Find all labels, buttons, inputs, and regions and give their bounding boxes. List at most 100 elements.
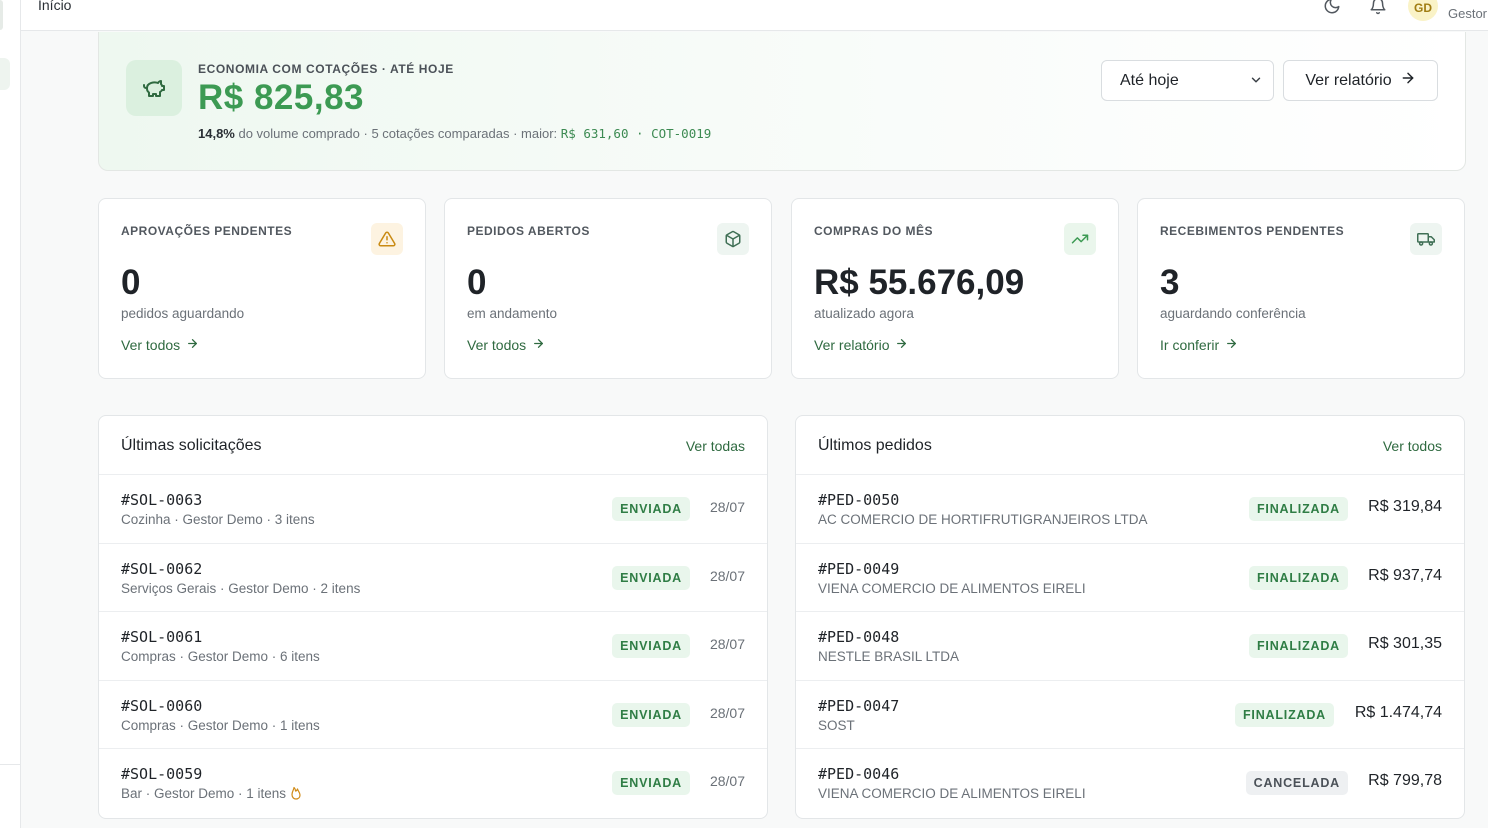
request-id: #SOL-0061 — [121, 628, 203, 647]
kpi-subtitle: pedidos aguardando — [121, 306, 245, 321]
status-badge: ENVIADA — [612, 634, 690, 659]
order-id: #PED-0050 — [818, 491, 900, 509]
request-date: 28/07 — [709, 499, 745, 515]
bell-icon[interactable] — [1368, 0, 1388, 16]
chevron-down-icon — [1249, 73, 1263, 92]
kpi-title: PEDIDOS ABERTOS — [467, 224, 590, 238]
kpi-title: RECEBIMENTOS PENDENTES — [1160, 224, 1345, 238]
package-icon — [717, 223, 749, 255]
kpi-value: 3 — [1160, 263, 1180, 302]
kpi-subtitle: atualizado agora — [814, 306, 914, 321]
request-id: #SOL-0059 — [121, 765, 203, 784]
kpi-link-label: Ver todos — [467, 337, 527, 353]
order-id: #PED-0047 — [818, 696, 900, 715]
kpi-value: R$ 55.676,09 — [814, 263, 1025, 302]
latest-orders-panel: Últimos pedidos Ver todos #PED-0050 AC C… — [795, 415, 1465, 819]
request-date: 28/07 — [709, 704, 745, 721]
view-report-label: Ver relatório — [1305, 71, 1392, 89]
status-badge: CANCELADA — [1245, 771, 1348, 796]
kpi-pending-receipts: RECEBIMENTOS PENDENTES 3 aguardando conf… — [1137, 198, 1465, 379]
request-row[interactable]: #SOL-0062 Serviços Gerais · Gestor Demo … — [99, 544, 767, 613]
arrow-right-icon — [1400, 70, 1416, 91]
breadcrumb[interactable]: Início — [38, 0, 71, 13]
supplier-name: NESTLE BRASIL LTDA — [818, 649, 960, 665]
request-row[interactable]: #SOL-0061 Compras · Gestor Demo · 6 iten… — [99, 612, 767, 681]
supplier-name: VIENA COMERCIO DE ALIMENTOS EIRELI — [818, 580, 1086, 596]
order-id: #PED-0046 — [818, 765, 900, 784]
panel-title: Últimas solicitações — [121, 437, 262, 454]
request-details: Compras · Gestor Demo · 1 itens — [121, 717, 320, 733]
savings-quote-code[interactable]: COT-0019 — [651, 126, 711, 141]
status-badge: FINALIZADA — [1249, 565, 1348, 590]
request-id: #SOL-0062 — [121, 559, 203, 578]
kpi-title: APROVAÇÕES PENDENTES — [121, 224, 293, 238]
main-content: ECONOMIA COM COTAÇÕES · ATÉ HOJE R$ 825,… — [21, 31, 1488, 828]
topbar: Início GD Gestor — [21, 0, 1488, 31]
supplier-name: VIENA COMERCIO DE ALIMENTOS EIRELI — [818, 786, 1086, 802]
arrow-right-icon — [895, 337, 908, 353]
panel-title: Últimos pedidos — [818, 437, 932, 454]
period-select[interactable]: Até hoje — [1101, 60, 1274, 101]
kpi-subtitle: aguardando conferência — [1160, 306, 1306, 321]
status-badge: ENVIADA — [612, 565, 690, 590]
request-details-text: Bar · Gestor Demo · 1 itens — [121, 786, 287, 802]
kpi-title: COMPRAS DO MÊS — [814, 224, 934, 238]
savings-max-value: R$ 631,60 — [560, 126, 629, 141]
view-all-orders-link[interactable]: Ver todos — [1383, 438, 1442, 454]
panel-header: Últimos pedidos Ver todos — [796, 416, 1464, 475]
sidebar-item-active[interactable] — [0, 58, 10, 90]
savings-details-text: do volume comprado · 5 cotações comparad… — [234, 126, 561, 141]
savings-details: 14,8% do volume comprado · 5 cotações co… — [198, 126, 711, 141]
kpi-link-label: Ir conferir — [1160, 337, 1220, 353]
kpi-value: 0 — [467, 263, 487, 302]
period-select-value: Até hoje — [1120, 72, 1179, 89]
order-row[interactable]: #PED-0048 NESTLE BRASIL LTDA FINALIZADA … — [796, 612, 1464, 681]
moon-icon[interactable] — [1322, 0, 1342, 16]
savings-kicker: ECONOMIA COM COTAÇÕES · ATÉ HOJE — [198, 62, 454, 76]
request-date: 28/07 — [709, 773, 745, 790]
kpi-value: 0 — [121, 263, 141, 302]
arrow-right-icon — [532, 337, 545, 353]
savings-banner: ECONOMIA COM COTAÇÕES · ATÉ HOJE R$ 825,… — [98, 32, 1466, 171]
arrow-right-icon — [1225, 337, 1238, 353]
arrow-right-icon — [186, 337, 199, 353]
user-role: Gestor — [1448, 6, 1488, 21]
request-row[interactable]: #SOL-0059 Bar · Gestor Demo · 1 itens EN… — [99, 749, 767, 818]
request-details: Cozinha · Gestor Demo · 3 itens — [121, 512, 315, 527]
kpi-link-label: Ver todos — [121, 337, 181, 353]
status-badge: FINALIZADA — [1249, 497, 1348, 521]
kpi-link[interactable]: Ver todos — [121, 337, 199, 353]
request-row[interactable]: #SOL-0063 Cozinha · Gestor Demo · 3 iten… — [99, 475, 767, 544]
order-row[interactable]: #PED-0047 SOST FINALIZADA R$ 1.474,74 — [796, 681, 1464, 750]
view-report-button[interactable]: Ver relatório — [1283, 60, 1438, 101]
status-badge: FINALIZADA — [1249, 634, 1348, 659]
order-amount: R$ 319,84 — [1368, 498, 1442, 515]
request-details: Compras · Gestor Demo · 6 itens — [121, 649, 320, 665]
status-badge: ENVIADA — [612, 702, 690, 727]
order-amount: R$ 301,35 — [1368, 635, 1442, 653]
status-badge: ENVIADA — [612, 771, 690, 796]
kpi-link[interactable]: Ir conferir — [1160, 337, 1238, 353]
order-row[interactable]: #PED-0046 VIENA COMERCIO DE ALIMENTOS EI… — [796, 749, 1464, 818]
order-row[interactable]: #PED-0050 AC COMERCIO DE HORTIFRUTIGRANJ… — [796, 475, 1464, 544]
status-badge: FINALIZADA — [1235, 702, 1334, 727]
fire-icon — [290, 786, 302, 803]
kpi-pending-approvals: APROVAÇÕES PENDENTES 0 pedidos aguardand… — [98, 198, 426, 379]
request-row[interactable]: #SOL-0060 Compras · Gestor Demo · 1 iten… — [99, 681, 767, 750]
kpi-month-purchases: COMPRAS DO MÊS R$ 55.676,09 atualizado a… — [791, 198, 1119, 379]
request-date: 28/07 — [709, 567, 745, 584]
sidebar-divider — [0, 764, 21, 765]
order-id: #PED-0048 — [818, 628, 900, 647]
avatar[interactable]: GD — [1408, 0, 1438, 21]
request-details: Serviços Gerais · Gestor Demo · 2 itens — [121, 580, 361, 596]
kpi-link[interactable]: Ver relatório — [814, 337, 908, 353]
order-row[interactable]: #PED-0049 VIENA COMERCIO DE ALIMENTOS EI… — [796, 544, 1464, 613]
request-id: #SOL-0060 — [121, 696, 203, 715]
request-details: Bar · Gestor Demo · 1 itens — [121, 786, 302, 803]
order-amount: R$ 937,74 — [1368, 566, 1442, 584]
kpi-link[interactable]: Ver todos — [467, 337, 545, 353]
view-all-requests-link[interactable]: Ver todas — [686, 438, 745, 454]
sidebar — [0, 0, 21, 828]
order-amount: R$ 1.474,74 — [1354, 703, 1442, 721]
trending-up-icon — [1064, 223, 1096, 255]
